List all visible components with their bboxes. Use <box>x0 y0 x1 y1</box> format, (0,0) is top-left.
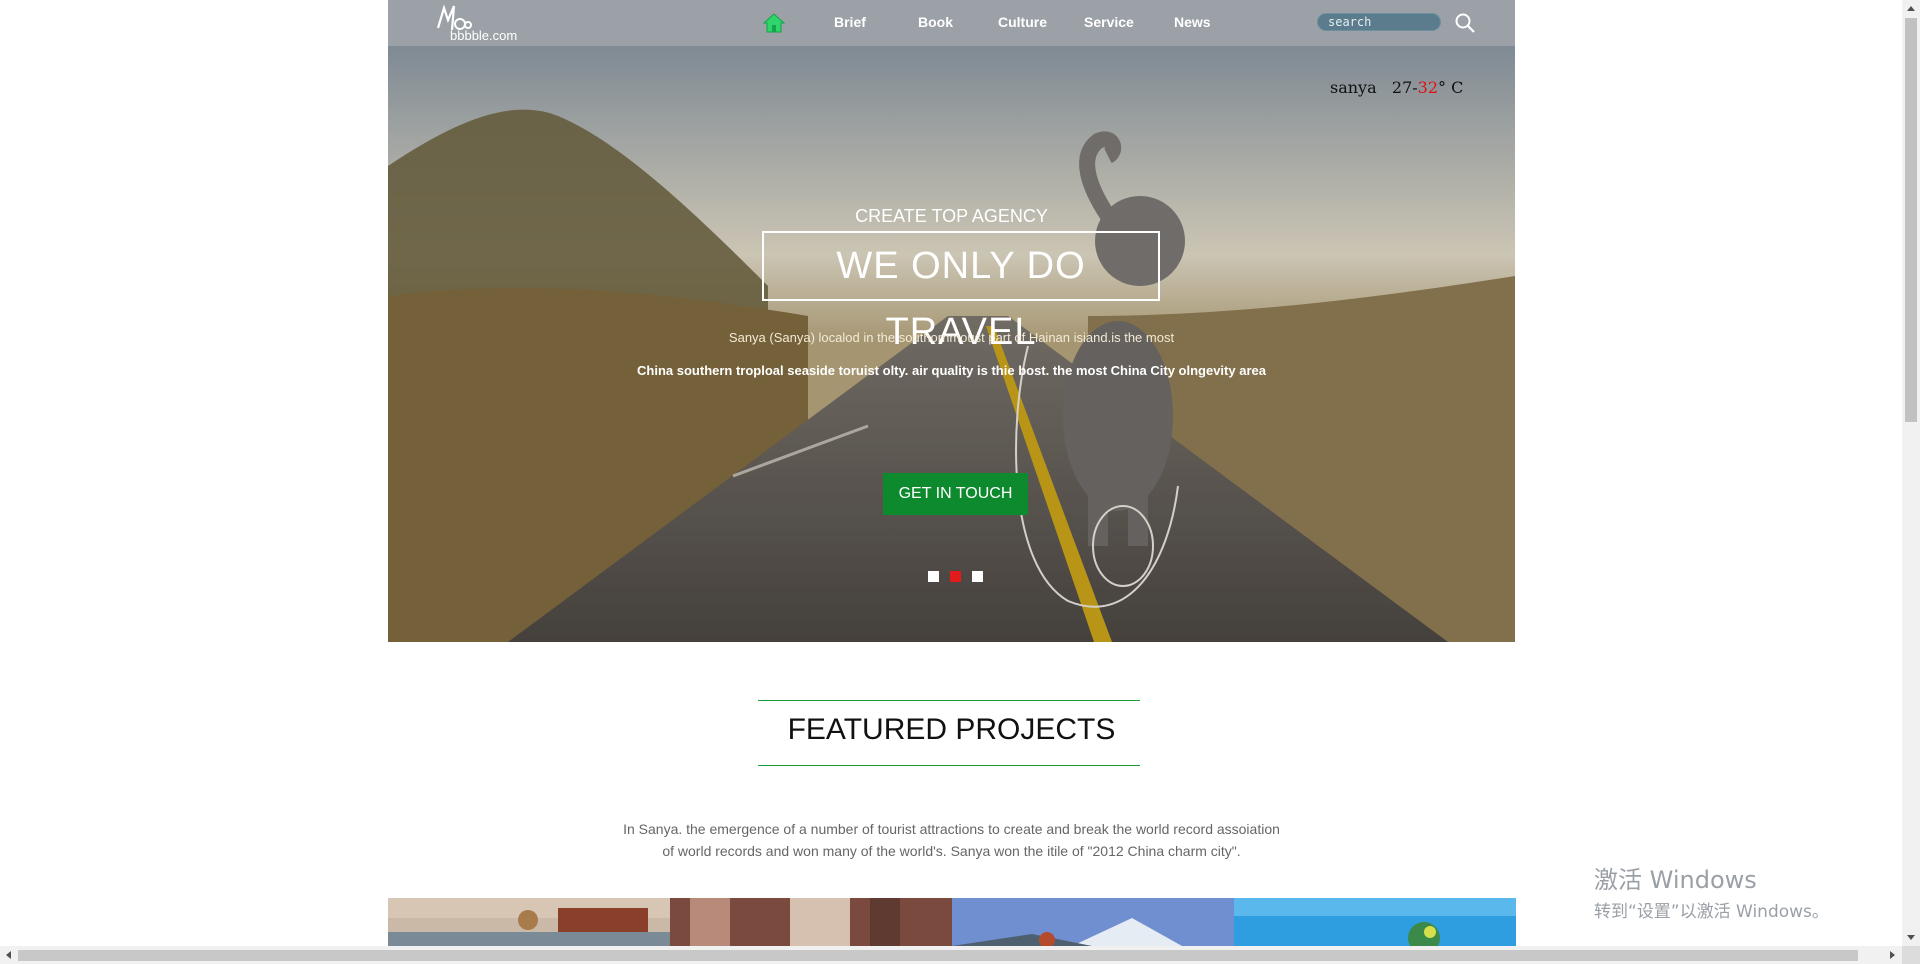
vertical-scrollbar[interactable] <box>1902 0 1920 946</box>
page: bbbble.com Brief Book Culture Service Ne… <box>0 0 1902 946</box>
hero-title: WE ONLY DO TRAVEL <box>762 231 1160 353</box>
gallery-thumb-3[interactable] <box>952 898 1234 946</box>
slider-dot-1[interactable] <box>928 571 939 582</box>
hero-banner: sanya 27-32° C CREATE TOP AGENCY WE ONLY… <box>388 46 1515 642</box>
gallery-thumb-1[interactable] <box>388 898 670 946</box>
horizontal-scroll-thumb[interactable] <box>18 950 1858 961</box>
nav-book[interactable]: Book <box>918 14 953 30</box>
weather-low: 27 <box>1391 78 1413 97</box>
gallery-image-3 <box>952 898 1234 946</box>
featured-description: In Sanya. the emergence of a number of t… <box>388 818 1515 862</box>
windows-activation-watermark: 激活 Windows 转到“设置”以激活 Windows。 <box>1594 860 1829 922</box>
home-icon[interactable] <box>762 12 786 34</box>
weather-city: sanya <box>1330 78 1377 97</box>
featured-title: FEATURED PROJECTS <box>787 713 1116 746</box>
top-nav-bar: bbbble.com Brief Book Culture Service Ne… <box>388 0 1515 46</box>
search-icon[interactable] <box>1454 12 1476 34</box>
gallery-image-4 <box>1234 898 1516 946</box>
site-logo[interactable]: bbbble.com <box>434 4 522 44</box>
hero-description-line-1: Sanya (Sanya) localod in the southornmou… <box>728 330 1175 345</box>
weather-high: 32 <box>1417 78 1439 97</box>
weather-widget: sanya 27-32° C <box>1330 78 1463 97</box>
nav-news[interactable]: News <box>1174 14 1211 30</box>
scrollbar-corner <box>1902 946 1920 964</box>
scroll-right-arrow-icon[interactable] <box>1890 951 1895 959</box>
slider-dot-2[interactable] <box>950 571 961 582</box>
featured-desc-line-2: of world records and won many of the wor… <box>662 843 1241 859</box>
gallery-thumb-4[interactable] <box>1234 898 1516 946</box>
gallery-image-2 <box>670 898 952 946</box>
watermark-line-2: 转到“设置”以激活 Windows。 <box>1594 902 1829 922</box>
nav-brief[interactable]: Brief <box>834 14 866 30</box>
featured-gallery <box>388 898 1516 946</box>
watermark-line-1: 激活 Windows <box>1594 866 1757 894</box>
get-in-touch-button[interactable]: GET IN TOUCH <box>883 473 1028 515</box>
hero-description-line-2: China southern troploal seaside toruist … <box>637 363 1266 378</box>
gallery-thumb-2[interactable] <box>670 898 952 946</box>
weather-unit: ° C <box>1438 78 1464 97</box>
search-input[interactable] <box>1317 13 1441 31</box>
scroll-left-arrow-icon[interactable] <box>6 951 11 959</box>
gallery-image-1 <box>388 898 670 946</box>
logo-text: bbbble.com <box>450 28 518 43</box>
vertical-scroll-thumb[interactable] <box>1905 18 1917 422</box>
scroll-up-arrow-icon[interactable] <box>1907 6 1915 11</box>
featured-desc-line-1: In Sanya. the emergence of a number of t… <box>623 821 1280 837</box>
slider-dot-3[interactable] <box>972 571 983 582</box>
horizontal-scrollbar[interactable] <box>0 946 1902 964</box>
featured-bottom-rule <box>758 765 1140 766</box>
featured-top-rule <box>758 700 1140 701</box>
nav-culture[interactable]: Culture <box>998 14 1047 30</box>
hero-subtitle: CREATE TOP AGENCY <box>855 206 1048 226</box>
scroll-down-arrow-icon[interactable] <box>1907 935 1915 940</box>
nav-service[interactable]: Service <box>1084 14 1134 30</box>
